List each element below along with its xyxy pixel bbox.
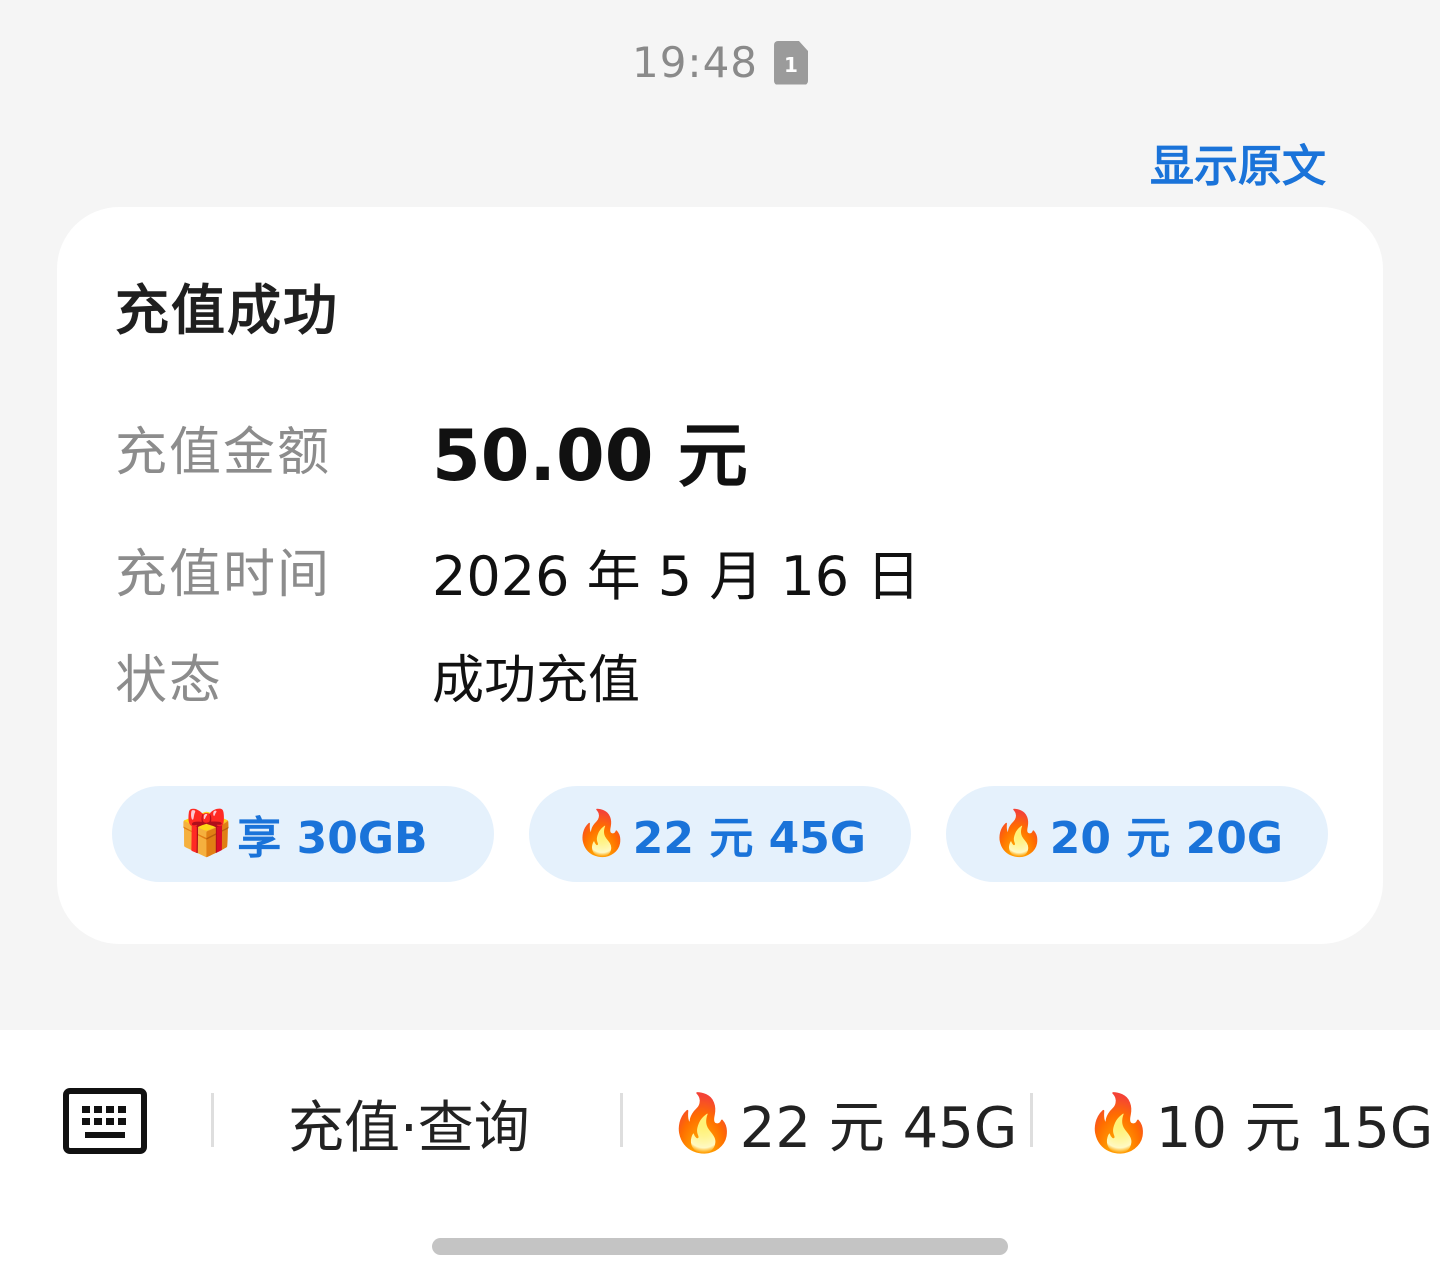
fire-icon: 🔥 bbox=[573, 808, 629, 859]
show-original-link[interactable]: 显示原文 bbox=[1150, 130, 1326, 194]
chip-20yuan-20g[interactable]: 🔥 20 元 20G bbox=[946, 786, 1328, 882]
time-label: 充值时间 bbox=[115, 545, 332, 605]
fire-icon: 🔥 bbox=[668, 1091, 738, 1156]
fire-icon: 🔥 bbox=[1084, 1091, 1154, 1156]
message-timestamp: 19:48 1 bbox=[0, 38, 1440, 87]
chip-enjoy-30gb[interactable]: 🎁 享 30GB bbox=[112, 786, 494, 882]
menu-label: 充值·查询 bbox=[288, 1095, 530, 1161]
menu-10yuan-15g[interactable]: 🔥 10 元 15G bbox=[1084, 1090, 1433, 1161]
amount-label: 充值金额 bbox=[115, 423, 332, 483]
keyboard-toggle-button[interactable] bbox=[63, 1088, 147, 1154]
chip-label: 享 30GB bbox=[237, 813, 428, 864]
message-time: 19:48 bbox=[631, 38, 759, 87]
menu-divider bbox=[620, 1093, 623, 1147]
menu-recharge-query[interactable]: 充值·查询 bbox=[288, 1090, 530, 1161]
menu-label: 10 元 15G bbox=[1155, 1095, 1434, 1161]
sim-card-icon: 1 bbox=[774, 40, 809, 85]
amount-value: 50.00 元 bbox=[432, 415, 748, 497]
menu-label: 22 元 45G bbox=[739, 1095, 1018, 1161]
chip-label: 20 元 20G bbox=[1049, 813, 1283, 864]
menu-22yuan-45g[interactable]: 🔥 22 元 45G bbox=[668, 1090, 1017, 1161]
home-indicator[interactable] bbox=[432, 1238, 1008, 1255]
card-title: 充值成功 bbox=[115, 279, 339, 342]
gift-icon: 🎁 bbox=[178, 808, 234, 859]
menu-divider bbox=[1030, 1093, 1033, 1147]
chip-label: 22 元 45G bbox=[632, 813, 866, 864]
time-value: 2026 年 5 月 16 日 bbox=[432, 545, 921, 608]
chip-22yuan-45g[interactable]: 🔥 22 元 45G bbox=[529, 786, 911, 882]
keyboard-icon bbox=[63, 1088, 147, 1154]
menu-divider bbox=[211, 1093, 214, 1147]
status-label: 状态 bbox=[115, 651, 224, 711]
sim-slot-number: 1 bbox=[784, 52, 798, 77]
fire-icon: 🔥 bbox=[990, 808, 1046, 859]
status-value: 成功充值 bbox=[432, 651, 641, 711]
